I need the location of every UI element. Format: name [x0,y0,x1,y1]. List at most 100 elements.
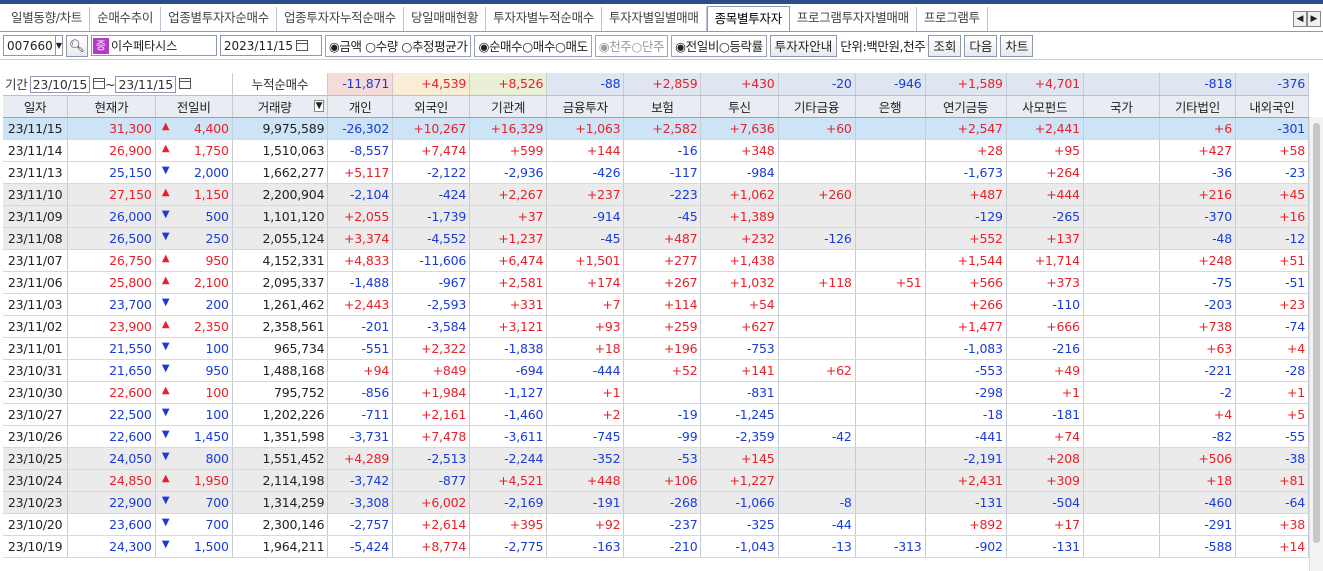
table-row[interactable]: 23/10/31 21,650 ▼ 950 1,488,168 +94 +849 -694 -4… [3,359,1310,382]
column-header[interactable]: 내외국인 [1235,95,1310,118]
column-header[interactable]: 기관계 [469,95,548,118]
tab-5[interactable]: 투자자별누적순매수 [486,7,602,31]
column-header[interactable]: 국가 [1083,95,1160,118]
date-field[interactable]: 2023/11/15 [219,35,322,56]
column-header[interactable]: 개인 [327,95,394,118]
tab-9[interactable]: 프로그램투 [917,7,988,31]
table-row[interactable]: 23/11/07 26,750 ▲ 950 4,152,331 +4,833 -11,606… [3,249,1310,272]
value-cell: -11,606 [392,249,471,272]
chevron-right-icon[interactable]: ▶ [1307,11,1321,27]
date-cell: 23/10/25 [3,447,69,470]
table-row[interactable]: 23/10/20 23,600 ▼ 700 2,300,146 -2,757 +2,614 +… [3,513,1310,536]
calendar-icon[interactable] [93,78,106,90]
table-row[interactable]: 23/11/09 26,000 ▼ 500 1,101,120 +2,055 -1,739 +… [3,205,1310,228]
table-row[interactable]: 23/11/01 21,550 ▼ 100 965,734 -551 +2,322 -1,83… [3,337,1310,360]
search-button[interactable]: 🔍︎ [66,34,88,57]
price-cell: 22,600 [67,425,156,448]
column-header[interactable]: 금융투자 [546,95,625,118]
radio-amount[interactable]: ◉금액 ○수량 ○추정평균가 [329,36,468,55]
table-row[interactable]: 23/10/27 22,500 ▼ 100 1,202,226 -711 +2,161 -1,… [3,403,1310,426]
table-row[interactable]: 23/10/26 22,600 ▼ 1,450 1,351,598 -3,731 +7,47… [3,425,1310,448]
value-cell: -588 [1159,535,1236,558]
table-row[interactable]: 23/10/30 22,600 ▲ 100 795,752 -856 +1,984 -1,12… [3,381,1310,404]
value-cell: +552 [925,227,1007,250]
value-cell: +2,322 [392,337,471,360]
value-cell: -2,593 [392,293,471,316]
chevron-left-icon[interactable]: ◀ [1293,11,1307,27]
table-row[interactable]: 23/11/10 27,150 ▲ 1,150 2,200,904 -2,104 -424 +… [3,183,1310,206]
value-cell [778,447,856,470]
radio-thousand-shares[interactable]: ◉천주○단주 [599,36,665,55]
column-header[interactable]: 기타금융 [778,95,856,118]
tab-6[interactable]: 투자자별일별매매 [602,7,707,31]
tab-8[interactable]: 프로그램투자자별매매 [790,7,917,31]
value-cell: +1,389 [700,205,779,228]
calendar-icon[interactable] [296,40,309,51]
table-row[interactable]: 23/10/23 22,900 ▼ 700 1,314,259 -3,308 +6,002-… [3,491,1310,514]
investor-guide-button[interactable]: 투자자안내 [769,34,838,57]
volume-cell: 1,662,277 [232,161,329,184]
trade-type-radio-group[interactable]: ◉순매수○매수○매도 [474,34,592,57]
period-from[interactable]: 23/10/15 [29,76,91,94]
tab-3[interactable]: 업종투자자누적순매수 [277,7,404,31]
value-cell: -504 [1006,491,1084,514]
table-row[interactable]: 23/10/24 24,850 ▲ 1,950 2,114,198 -3,742 -877 +… [3,469,1310,492]
down-triangle-icon: ▼ [161,164,170,176]
column-header[interactable]: 보험 [623,95,702,118]
compare-radio-group[interactable]: ◉전일비○등락률 [671,34,767,57]
vertical-scrollbar[interactable] [1309,117,1323,571]
value-cell: +2,581 [469,271,548,294]
column-header[interactable]: 현재가 [67,95,156,118]
chevron-down-icon[interactable]: ▼ [54,36,62,55]
value-cell: -38 [1235,447,1310,470]
tab-2[interactable]: 업종별투자자순매수 [161,7,277,31]
value-cell: -99 [623,425,702,448]
price-cell: 21,550 [67,337,156,360]
column-header[interactable]: 전일비 [155,95,233,118]
stock-code-input[interactable]: 007660 ▼ [3,35,63,56]
column-header[interactable]: 거래량 ▼ [232,95,329,118]
unit-radio-group[interactable]: ◉천주○단주 [594,34,669,57]
table-row[interactable]: 23/11/03 23,700 ▼ 200 1,261,462 +2,443 -2,593 +… [3,293,1310,316]
tab-1[interactable]: 순매수추이 [90,7,162,31]
table-row[interactable]: 23/11/06 25,800 ▲ 2,100 2,095,337 -1,488 -967 +… [3,271,1310,294]
value-cell: +1,544 [925,249,1007,272]
table-row[interactable]: 23/11/13 25,150 ▼ 2,000 1,662,277 +5,117 -2,12… [3,161,1310,184]
value-cell: -1,488 [327,271,394,294]
date-cell: 23/11/13 [3,161,69,184]
tab-0[interactable]: 일별동향/차트 [4,7,91,31]
radio-net-buy[interactable]: ◉순매수○매수○매도 [478,36,588,55]
value-cell: -36 [1159,161,1236,184]
table-row[interactable]: 23/11/15 31,300 ▲ 4,400 9,975,589 -26,302 +10,… [3,117,1310,140]
query-button[interactable]: 조회 [928,34,962,57]
column-header[interactable]: 외국인 [392,95,471,118]
value-cell: +37 [469,205,548,228]
column-header[interactable]: 투신 [700,95,779,118]
chart-button[interactable]: 차트 [1000,34,1034,57]
period-to[interactable]: 23/11/15 [115,76,176,94]
change-cell: ▲ 100 [155,381,233,404]
radio-prev-day[interactable]: ◉전일비○등락률 [675,36,763,55]
amount-type-radio-group[interactable]: ◉금액 ○수량 ○추정평균가 [324,34,472,57]
stock-name-field[interactable]: 증 이수페타시스 [90,35,217,56]
next-button[interactable]: 다음 [964,34,998,57]
table-row[interactable]: 23/10/19 24,300 ▼ 1,500 1,964,211 -5,424 +8,77… [3,535,1310,558]
sort-dropdown-icon[interactable]: ▼ [313,99,325,112]
table-row[interactable]: 23/11/14 26,900 ▲ 1,750 1,510,063 -8,557 +7,47… [3,139,1310,162]
calendar-icon[interactable] [178,78,191,90]
value-cell [1083,161,1160,184]
column-header[interactable]: 일자 [3,95,69,118]
table-row[interactable]: 23/10/25 24,050 ▼ 800 1,551,452 +4,289 -2,513-… [3,447,1310,470]
value-cell: +51 [1235,249,1310,272]
column-header[interactable]: 은행 [855,95,926,118]
column-header[interactable]: 사모펀드 [1006,95,1084,118]
tab-7[interactable]: 종목별투자자 [706,6,790,31]
table-row[interactable]: 23/11/08 26,500 ▼ 250 2,055,124 +3,374 -4,552 +… [3,227,1310,250]
table-row[interactable]: 23/11/02 23,900 ▲ 2,350 2,358,561 -201 -3,584 +… [3,315,1310,338]
summary-cell-기타금융: -20 [778,73,856,96]
column-header[interactable]: 기타법인 [1159,95,1236,118]
scrollbar-thumb[interactable] [1313,123,1320,543]
column-header[interactable]: 연기금등 [925,95,1007,118]
value-cell [1083,491,1160,514]
tab-4[interactable]: 당일매매현황 [404,7,487,31]
